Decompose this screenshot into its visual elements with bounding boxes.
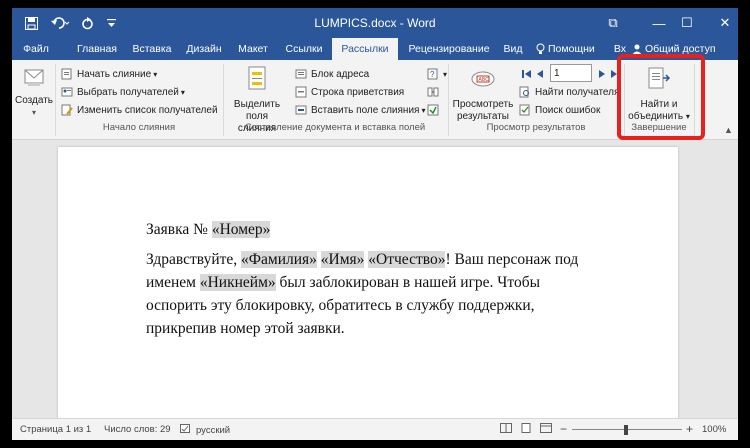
status-bar: Страница 1 из 1 Число слов: 29 русский −… [12,418,738,440]
paragraph-request: Заявка № «Номер» [146,221,271,239]
group-label-preview: Просмотр результатов [486,122,586,133]
previous-record-icon[interactable] [536,66,544,82]
lightbulb-icon [536,43,545,55]
tab-mailings[interactable]: Рассылки [332,38,398,60]
recipients-icon [60,86,73,98]
preview-results-label: Просмотреть результаты [452,99,514,122]
update-labels-button[interactable] [426,102,443,118]
zoom-out-button[interactable]: − [560,422,567,436]
ribbon-display-options-button[interactable]: ⧉ [590,8,636,38]
word-count[interactable]: Число слов: 29 [104,424,171,435]
zoom-level[interactable]: 100% [702,424,726,435]
merge-field-middle-name[interactable]: «Отчество» [368,251,446,268]
tell-me-label: Помощни [548,43,595,55]
preview-results-button[interactable]: ABC Просмотреть результаты [450,66,516,123]
merge-field-first-name[interactable]: «Имя» [320,251,365,268]
check-errors-label: Поиск ошибок [535,104,601,116]
tab-insert[interactable]: Вставка [126,38,178,60]
group-separator [448,64,449,136]
edit-list-label: Изменить список получателей [77,104,218,116]
create-button[interactable]: Создать ▾ [14,68,54,119]
highlight-box [617,54,705,140]
close-button[interactable]: ✕ [702,8,738,38]
merge-field-last-name[interactable]: «Фамилия» [241,251,317,268]
word-window: LUMPICS.docx - Word ⧉ — ☐ ✕ Файл Главная… [12,8,738,440]
merge-field-nickname[interactable]: «Никнейм» [199,274,276,291]
collapse-ribbon-icon[interactable]: ▲ [724,122,733,138]
check-errors-button[interactable]: Поиск ошибок [518,102,600,118]
edit-list-icon [60,104,73,116]
match-fields-button[interactable] [426,84,443,100]
title-bar: LUMPICS.docx - Word ⧉ — ☐ ✕ [12,8,738,38]
greeting-line-label: Строка приветствия [311,86,405,98]
tab-home[interactable]: Главная [68,38,126,60]
text-run: Заявка № [146,221,212,238]
insert-merge-field-button[interactable]: Вставить поле слияния ▾ [294,102,425,118]
address-block-label: Блок адреса [311,68,370,80]
tab-references[interactable]: Ссылки [278,38,330,60]
address-block-icon [294,68,307,80]
tab-review[interactable]: Рецензирование [402,38,496,60]
zoom-in-button[interactable]: + [686,422,693,436]
group-label-write-insert: Составление документа и вставка полей [244,122,426,133]
insert-field-label: Вставить поле слияния [311,104,420,116]
rules-button[interactable]: ? ▾ [426,66,447,82]
proofing-icon [180,424,192,437]
document-area: Заявка № «Номер» Здравствуйте, «Фамилия»… [12,141,738,422]
document-page[interactable]: Заявка № «Номер» Здравствуйте, «Фамилия»… [58,147,678,422]
find-recipient-button[interactable]: Найти получателя [518,84,619,100]
paragraph-line: Здравствуйте, «Фамилия» «Имя» «Отчество»… [146,251,578,269]
paragraph-line: оспорить эту блокировку, обратитесь в сл… [146,297,535,314]
paragraph-line: именем «Никнейм» был заблокирован в наше… [146,274,540,292]
update-labels-icon [426,104,439,116]
envelope-icon [14,68,54,92]
tab-design[interactable]: Дизайн [178,38,230,60]
insert-field-icon [294,104,307,116]
start-merge-label: Начать слияние [77,68,152,80]
group-label-start-merge: Начало слияния [102,122,176,133]
tab-file[interactable]: Файл [16,38,56,60]
create-label: Создать [14,95,53,106]
read-mode-icon[interactable] [500,423,512,436]
merge-field-number[interactable]: «Номер» [211,221,271,238]
text-run: именем [146,274,200,291]
tab-layout[interactable]: Макет [230,38,276,60]
text-run: был заблокирован в нашей игре. Чтобы [275,274,540,291]
print-layout-icon[interactable] [520,423,532,436]
find-recipient-icon [518,86,531,98]
zoom-slider-handle[interactable] [624,425,628,435]
record-number-input[interactable]: 1 [550,64,592,82]
address-block-button[interactable]: Блок адреса [294,66,369,82]
text-run: ! Ваш персонаж под [445,251,579,268]
language-indicator[interactable]: русский [180,424,230,437]
language-label: русский [196,425,231,436]
next-record-icon[interactable] [598,66,606,82]
select-recipients-label: Выбрать получателей [77,86,179,98]
rules-icon: ? [426,68,439,80]
greeting-line-icon [294,86,307,98]
person-icon [632,44,642,55]
preview-results-icon: ABC [450,66,516,96]
svg-text:?: ? [430,70,435,79]
first-record-icon[interactable] [522,66,532,82]
document-merge-icon [60,68,73,80]
greeting-line-button[interactable]: Строка приветствия [294,84,404,100]
tell-me-search[interactable]: Помощни [536,38,610,60]
tab-view[interactable]: Вид [498,38,528,60]
text-run: Здравствуйте, [146,251,242,268]
start-merge-button[interactable]: Начать слияние ▾ [60,66,157,82]
web-layout-icon[interactable] [540,423,552,436]
select-recipients-button[interactable]: Выбрать получателей ▾ [60,84,185,100]
match-fields-icon [426,86,439,98]
svg-text:ABC: ABC [479,77,490,83]
paragraph-line: прикрепив номер этой заявки. [146,320,345,337]
find-recipient-label: Найти получателя [535,86,620,98]
check-errors-icon [518,104,531,116]
page-count[interactable]: Страница 1 из 1 [20,424,91,435]
edit-recipient-list-button[interactable]: Изменить список получателей [60,102,218,118]
highlight-fields-icon [226,66,288,96]
